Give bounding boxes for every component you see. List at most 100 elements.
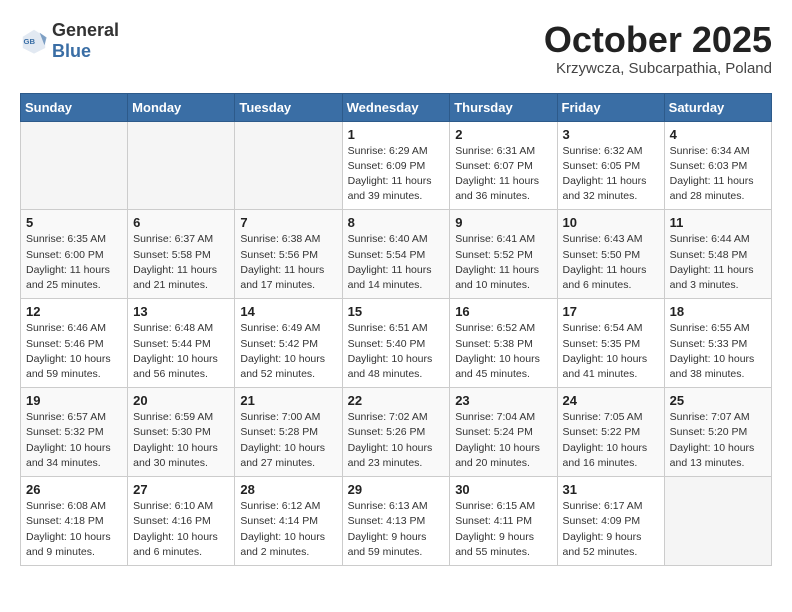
day-number: 31 (563, 482, 659, 497)
calendar-cell: 18 Sunrise: 6:55 AM Sunset: 5:33 PM Dayli… (664, 299, 771, 388)
calendar-cell: 22 Sunrise: 7:02 AM Sunset: 5:26 PM Dayli… (342, 388, 450, 477)
day-info: Sunrise: 6:49 AM Sunset: 5:42 PM Dayligh… (240, 321, 336, 382)
day-info: Sunrise: 6:31 AM Sunset: 6:07 PM Dayligh… (455, 144, 551, 205)
calendar-week-row: 19 Sunrise: 6:57 AM Sunset: 5:32 PM Dayli… (21, 388, 772, 477)
day-number: 21 (240, 393, 336, 408)
day-info: Sunrise: 6:52 AM Sunset: 5:38 PM Dayligh… (455, 321, 551, 382)
calendar-cell: 31 Sunrise: 6:17 AM Sunset: 4:09 PM Dayli… (557, 477, 664, 566)
day-number: 1 (348, 127, 445, 142)
day-number: 29 (348, 482, 445, 497)
calendar-cell: 1 Sunrise: 6:29 AM Sunset: 6:09 PM Daylig… (342, 121, 450, 210)
day-number: 28 (240, 482, 336, 497)
day-info: Sunrise: 7:04 AM Sunset: 5:24 PM Dayligh… (455, 410, 551, 471)
calendar-cell: 2 Sunrise: 6:31 AM Sunset: 6:07 PM Daylig… (450, 121, 557, 210)
day-info: Sunrise: 6:38 AM Sunset: 5:56 PM Dayligh… (240, 232, 336, 293)
day-info: Sunrise: 6:12 AM Sunset: 4:14 PM Dayligh… (240, 499, 336, 560)
weekday-header-monday: Monday (128, 93, 235, 121)
calendar-cell: 11 Sunrise: 6:44 AM Sunset: 5:48 PM Dayli… (664, 210, 771, 299)
day-number: 26 (26, 482, 122, 497)
day-number: 17 (563, 304, 659, 319)
weekday-header-sunday: Sunday (21, 93, 128, 121)
day-info: Sunrise: 7:07 AM Sunset: 5:20 PM Dayligh… (670, 410, 766, 471)
day-info: Sunrise: 6:55 AM Sunset: 5:33 PM Dayligh… (670, 321, 766, 382)
day-number: 3 (563, 127, 659, 142)
month-title: October 2025 (544, 20, 772, 60)
logo: GB General Blue (20, 20, 119, 62)
day-number: 13 (133, 304, 229, 319)
day-number: 16 (455, 304, 551, 319)
weekday-header-wednesday: Wednesday (342, 93, 450, 121)
title-block: October 2025 Krzywcza, Subcarpathia, Pol… (544, 20, 772, 77)
calendar-cell (21, 121, 128, 210)
day-info: Sunrise: 7:05 AM Sunset: 5:22 PM Dayligh… (563, 410, 659, 471)
day-info: Sunrise: 6:29 AM Sunset: 6:09 PM Dayligh… (348, 144, 445, 205)
day-info: Sunrise: 6:34 AM Sunset: 6:03 PM Dayligh… (670, 144, 766, 205)
day-info: Sunrise: 6:32 AM Sunset: 6:05 PM Dayligh… (563, 144, 659, 205)
day-number: 6 (133, 215, 229, 230)
day-number: 27 (133, 482, 229, 497)
day-info: Sunrise: 6:54 AM Sunset: 5:35 PM Dayligh… (563, 321, 659, 382)
day-number: 12 (26, 304, 122, 319)
day-number: 9 (455, 215, 551, 230)
calendar-cell (664, 477, 771, 566)
calendar-cell: 4 Sunrise: 6:34 AM Sunset: 6:03 PM Daylig… (664, 121, 771, 210)
day-info: Sunrise: 7:00 AM Sunset: 5:28 PM Dayligh… (240, 410, 336, 471)
day-info: Sunrise: 6:57 AM Sunset: 5:32 PM Dayligh… (26, 410, 122, 471)
day-info: Sunrise: 6:51 AM Sunset: 5:40 PM Dayligh… (348, 321, 445, 382)
calendar-cell: 17 Sunrise: 6:54 AM Sunset: 5:35 PM Dayli… (557, 299, 664, 388)
calendar-cell: 25 Sunrise: 7:07 AM Sunset: 5:20 PM Dayli… (664, 388, 771, 477)
day-number: 2 (455, 127, 551, 142)
calendar-cell: 29 Sunrise: 6:13 AM Sunset: 4:13 PM Dayli… (342, 477, 450, 566)
logo-blue-text: Blue (52, 41, 91, 61)
calendar-cell: 23Sunrise: 7:04 AM Sunset: 5:24 PM Dayli… (450, 388, 557, 477)
calendar-cell (235, 121, 342, 210)
calendar-week-row: 12Sunrise: 6:46 AM Sunset: 5:46 PM Dayli… (21, 299, 772, 388)
calendar-cell: 8Sunrise: 6:40 AM Sunset: 5:54 PM Daylig… (342, 210, 450, 299)
day-info: Sunrise: 6:13 AM Sunset: 4:13 PM Dayligh… (348, 499, 445, 560)
day-number: 7 (240, 215, 336, 230)
calendar-cell: 6 Sunrise: 6:37 AM Sunset: 5:58 PM Daylig… (128, 210, 235, 299)
day-number: 22 (348, 393, 445, 408)
day-number: 24 (563, 393, 659, 408)
calendar-cell: 5Sunrise: 6:35 AM Sunset: 6:00 PM Daylig… (21, 210, 128, 299)
day-info: Sunrise: 6:43 AM Sunset: 5:50 PM Dayligh… (563, 232, 659, 293)
svg-text:GB: GB (24, 37, 36, 46)
day-number: 5 (26, 215, 122, 230)
day-number: 10 (563, 215, 659, 230)
day-number: 25 (670, 393, 766, 408)
calendar-week-row: 5Sunrise: 6:35 AM Sunset: 6:00 PM Daylig… (21, 210, 772, 299)
day-number: 14 (240, 304, 336, 319)
calendar-cell: 20 Sunrise: 6:59 AM Sunset: 5:30 PM Dayli… (128, 388, 235, 477)
calendar-week-row: 26 Sunrise: 6:08 AM Sunset: 4:18 PM Dayli… (21, 477, 772, 566)
day-info: Sunrise: 6:08 AM Sunset: 4:18 PM Dayligh… (26, 499, 122, 560)
day-info: Sunrise: 6:17 AM Sunset: 4:09 PM Dayligh… (563, 499, 659, 560)
day-number: 8 (348, 215, 445, 230)
weekday-header-thursday: Thursday (450, 93, 557, 121)
day-info: Sunrise: 6:59 AM Sunset: 5:30 PM Dayligh… (133, 410, 229, 471)
weekday-header-friday: Friday (557, 93, 664, 121)
day-number: 19 (26, 393, 122, 408)
calendar-cell: 28 Sunrise: 6:12 AM Sunset: 4:14 PM Dayli… (235, 477, 342, 566)
weekday-header-saturday: Saturday (664, 93, 771, 121)
day-info: Sunrise: 6:37 AM Sunset: 5:58 PM Dayligh… (133, 232, 229, 293)
day-info: Sunrise: 7:02 AM Sunset: 5:26 PM Dayligh… (348, 410, 445, 471)
calendar-cell: 14 Sunrise: 6:49 AM Sunset: 5:42 PM Dayli… (235, 299, 342, 388)
logo-general-text: General (52, 20, 119, 40)
day-number: 4 (670, 127, 766, 142)
day-info: Sunrise: 6:44 AM Sunset: 5:48 PM Dayligh… (670, 232, 766, 293)
calendar-cell: 12Sunrise: 6:46 AM Sunset: 5:46 PM Dayli… (21, 299, 128, 388)
calendar-cell (128, 121, 235, 210)
calendar-week-row: 1 Sunrise: 6:29 AM Sunset: 6:09 PM Daylig… (21, 121, 772, 210)
page-header: GB General Blue October 2025 Krzywcza, S… (20, 20, 772, 77)
calendar-cell: 10 Sunrise: 6:43 AM Sunset: 5:50 PM Dayli… (557, 210, 664, 299)
day-number: 18 (670, 304, 766, 319)
calendar-cell: 27Sunrise: 6:10 AM Sunset: 4:16 PM Dayli… (128, 477, 235, 566)
day-number: 11 (670, 215, 766, 230)
calendar-cell: 3 Sunrise: 6:32 AM Sunset: 6:05 PM Daylig… (557, 121, 664, 210)
calendar-cell: 26 Sunrise: 6:08 AM Sunset: 4:18 PM Dayli… (21, 477, 128, 566)
day-number: 15 (348, 304, 445, 319)
calendar-cell: 24 Sunrise: 7:05 AM Sunset: 5:22 PM Dayli… (557, 388, 664, 477)
weekday-header-row: SundayMondayTuesdayWednesdayThursdayFrid… (21, 93, 772, 121)
calendar-cell: 15 Sunrise: 6:51 AM Sunset: 5:40 PM Dayli… (342, 299, 450, 388)
day-number: 20 (133, 393, 229, 408)
